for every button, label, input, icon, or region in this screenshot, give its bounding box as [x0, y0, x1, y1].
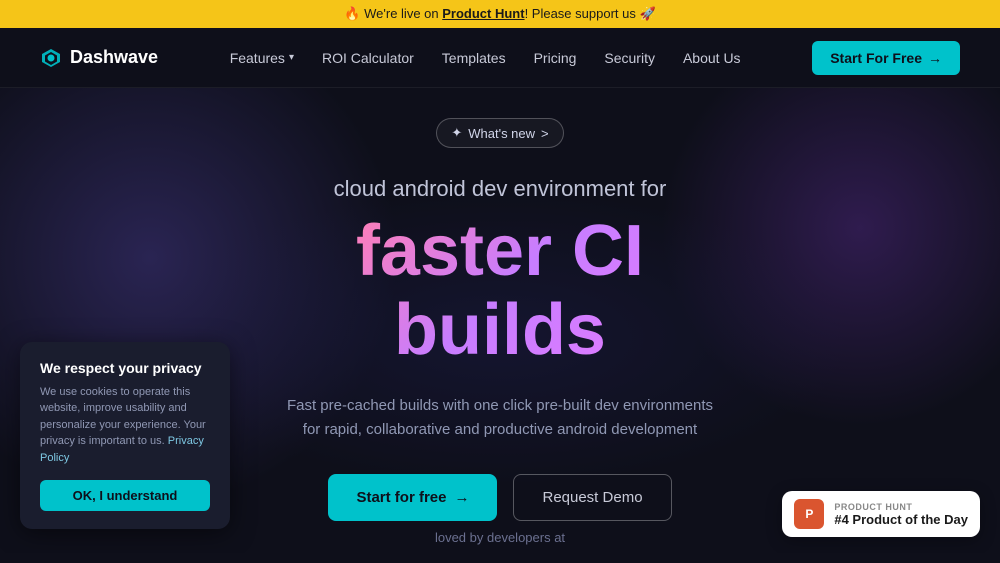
hero-subtitle: cloud android dev environment for [334, 176, 667, 202]
nav-templates[interactable]: Templates [442, 50, 506, 66]
cookie-title: We respect your privacy [40, 360, 210, 376]
nav-roi-calculator[interactable]: ROI Calculator [322, 50, 414, 66]
whats-new-chevron-icon: > [541, 126, 549, 141]
request-demo-button[interactable]: Request Demo [513, 474, 671, 521]
product-hunt-badge[interactable]: P Product Hunt #4 Product of the Day [782, 491, 980, 537]
nav-features[interactable]: Features ▾ [230, 50, 294, 66]
cookie-ok-button[interactable]: OK, I understand [40, 480, 210, 511]
whats-new-label: What's new [468, 126, 535, 141]
navbar: Dashwave Features ▾ ROI Calculator Templ… [0, 28, 1000, 88]
nav-security[interactable]: Security [604, 50, 655, 66]
logo-icon [40, 47, 62, 69]
nav-about-us[interactable]: About Us [683, 50, 741, 66]
product-hunt-label: Product Hunt [834, 502, 968, 512]
whats-new-badge[interactable]: ✦ What's new > [436, 118, 563, 148]
hero-title: faster CI builds [356, 212, 644, 370]
hero-section: ✦ What's new > cloud android dev environ… [0, 88, 1000, 553]
product-hunt-logo-icon: P [794, 499, 824, 529]
hero-description: Fast pre-cached builds with one click pr… [280, 394, 720, 442]
announcement-bar: 🔥 We're live on Product Hunt! Please sup… [0, 0, 1000, 28]
product-hunt-link[interactable]: Product Hunt [442, 6, 524, 21]
announcement-text-before: 🔥 We're live on [344, 6, 442, 21]
logo-area[interactable]: Dashwave [40, 47, 158, 69]
cookie-text: We use cookies to operate this website, … [40, 384, 210, 467]
start-free-arrow-icon: → [454, 489, 469, 506]
announcement-text-after: ! Please support us 🚀 [525, 6, 656, 21]
bg-glow-right [660, 88, 1000, 428]
navbar-cta-button[interactable]: Start For Free → [812, 41, 960, 75]
cookie-consent-banner: We respect your privacy We use cookies t… [20, 342, 230, 530]
start-free-button[interactable]: Start for free → [328, 474, 497, 521]
loved-by-text: loved by developers at [435, 530, 565, 545]
logo-text: Dashwave [70, 47, 158, 68]
product-hunt-text: Product Hunt #4 Product of the Day [834, 502, 968, 527]
product-hunt-rank: #4 Product of the Day [834, 512, 968, 527]
hero-buttons: Start for free → Request Demo [328, 474, 671, 521]
features-chevron-icon: ▾ [289, 52, 294, 63]
whats-new-star-icon: ✦ [451, 125, 462, 141]
nav-links: Features ▾ ROI Calculator Templates Pric… [230, 50, 741, 66]
nav-pricing[interactable]: Pricing [534, 50, 577, 66]
